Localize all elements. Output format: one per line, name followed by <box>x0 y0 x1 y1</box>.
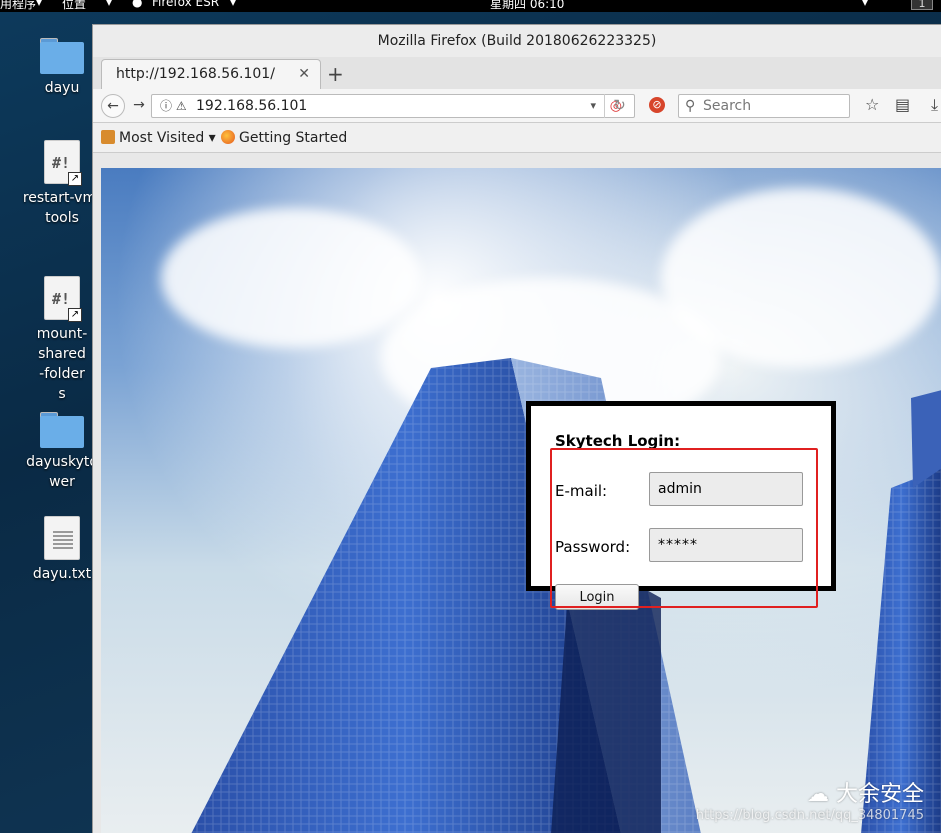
tab-bar: http://192.168.56.101/ ✕ + <box>93 57 941 89</box>
desktop-icon-label: mount-shared-folders <box>36 326 88 402</box>
reload-icon[interactable]: ↻ <box>604 94 634 118</box>
watermark-url: https://blog.csdn.net/qq_34801745 <box>695 808 924 823</box>
back-arrow-icon[interactable]: ← <box>101 94 125 118</box>
desktop-icon-dayuskytower[interactable]: dayuskytower <box>22 412 102 492</box>
desktop-icon-label: dayu.txt <box>32 566 92 582</box>
script-file-icon: #! ↗ <box>44 276 82 322</box>
firefox-logo-icon <box>221 130 235 144</box>
chevron-down-icon[interactable]: ▾ <box>590 95 596 117</box>
search-input[interactable]: ⚲ Search <box>678 94 850 118</box>
page-content: Skytech Login: E-mail: admin Password: *… <box>101 168 941 833</box>
system-top-bar: 用程序 ▾ 位置 ▾ ● Firefox ESR ▾ 星期四 06:10 ▾ 1 <box>0 0 941 12</box>
desktop-icon-dayu-txt[interactable]: dayu.txt <box>22 516 102 584</box>
bookmark-most-visited[interactable]: Most Visited ▾ <box>101 123 216 153</box>
watermark-brand: ☁ 大余安全 <box>807 776 924 808</box>
search-icon: ⚲ <box>685 98 696 114</box>
text-file-icon <box>44 516 80 560</box>
bookmark-getting-started[interactable]: Getting Started <box>221 123 347 153</box>
info-icon[interactable]: ⓘ ⚠ <box>160 95 187 117</box>
bookmark-label: Most Visited <box>119 130 205 146</box>
desktop-icon-restart-vm-tools[interactable]: #! ↗ restart-vm-tools <box>22 140 102 228</box>
reader-list-icon[interactable]: ▤ <box>895 95 910 114</box>
new-tab-icon[interactable]: + <box>327 60 344 88</box>
active-app-menu[interactable]: Firefox ESR <box>152 0 219 9</box>
watermark-brand-text: 大余安全 <box>835 782 924 807</box>
workspace-indicator[interactable]: 1 <box>911 0 933 10</box>
tab-title: http://192.168.56.101/ <box>116 66 275 82</box>
chevron-down-icon: ▾ <box>230 0 237 9</box>
firefox-small-icon: ● <box>132 0 143 9</box>
applications-menu[interactable]: 用程序 <box>0 0 36 12</box>
content-blocker-icon[interactable]: ⊘ <box>649 97 665 113</box>
close-tab-icon[interactable]: ✕ <box>298 60 310 88</box>
desktop-icon-dayu[interactable]: dayu <box>22 38 102 98</box>
search-placeholder: Search <box>703 98 752 114</box>
desktop-icon-label: dayu <box>44 80 80 96</box>
desktop-icon-mount-shared-folders[interactable]: #! ↗ mount-shared-folders <box>22 276 102 404</box>
bookmark-label: Getting Started <box>239 130 348 146</box>
chevron-down-icon: ▾ <box>36 0 43 9</box>
desktop-icon-label: dayuskytower <box>26 454 98 490</box>
url-bar[interactable]: ⓘ ⚠ 192.168.56.101 ▾ ◎ <box>151 94 635 118</box>
chevron-down-icon: ▾ <box>106 0 113 9</box>
download-icon[interactable]: ⤓ <box>931 95 938 115</box>
script-file-icon: #! ↗ <box>44 140 82 186</box>
wechat-icon: ☁ <box>806 782 836 807</box>
bookmark-star-icon[interactable]: ☆ <box>865 95 879 114</box>
url-text: 192.168.56.101 <box>196 98 308 114</box>
highlight-annotation-box <box>550 448 818 608</box>
chevron-down-icon: ▾ <box>204 130 216 146</box>
navigation-toolbar: ← → ⓘ ⚠ 192.168.56.101 ▾ ◎ ↻ ⊘ ⚲ Search … <box>93 89 941 123</box>
folder-icon <box>40 412 84 448</box>
desktop-icon-label: restart-vm-tools <box>22 190 102 226</box>
folder-icon <box>40 38 84 74</box>
window-title[interactable]: Mozilla Firefox (Build 20180626223325) <box>93 25 941 57</box>
forward-arrow-icon[interactable]: → <box>127 94 151 118</box>
firefox-window: Mozilla Firefox (Build 20180626223325) h… <box>92 24 941 833</box>
browser-tab[interactable]: http://192.168.56.101/ ✕ <box>101 59 321 89</box>
most-visited-folder-icon <box>101 130 115 144</box>
clock[interactable]: 星期四 06:10 <box>490 0 564 12</box>
chevron-down-icon[interactable]: ▾ <box>862 0 868 9</box>
places-menu[interactable]: 位置 <box>62 0 86 12</box>
bookmarks-toolbar: Most Visited ▾ Getting Started <box>93 123 941 153</box>
